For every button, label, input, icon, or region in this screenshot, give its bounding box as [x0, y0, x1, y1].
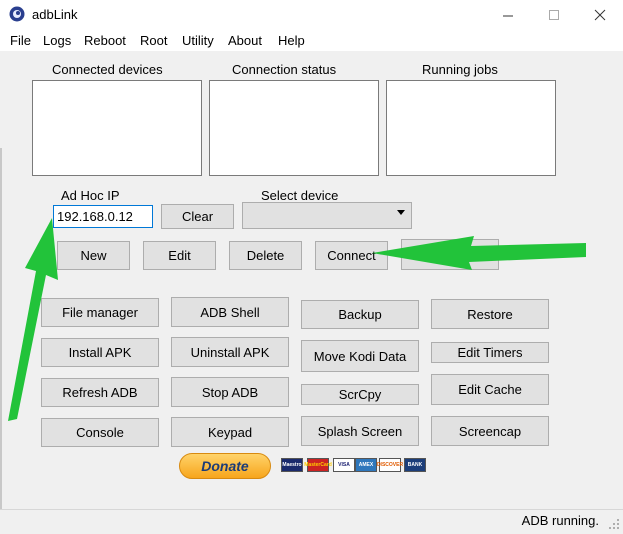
delete-button[interactable]: Delete — [229, 241, 302, 270]
screencap-button[interactable]: Screencap — [431, 416, 549, 446]
move-kodi-data-button[interactable]: Move Kodi Data — [301, 340, 419, 372]
menu-help[interactable]: Help — [278, 33, 305, 48]
menu-root[interactable]: Root — [140, 33, 167, 48]
connect-button[interactable]: Connect — [315, 241, 388, 270]
running-jobs-list[interactable] — [386, 80, 556, 176]
file-manager-button[interactable]: File manager — [41, 298, 159, 327]
minimize-icon — [502, 15, 513, 16]
connection-status-list[interactable] — [209, 80, 379, 176]
menu-reboot[interactable]: Reboot — [84, 33, 126, 48]
unlabeled-button[interactable] — [401, 239, 499, 270]
running-jobs-label: Running jobs — [422, 62, 498, 77]
adhoc-ip-label: Ad Hoc IP — [61, 188, 120, 203]
backup-button[interactable]: Backup — [301, 300, 419, 329]
close-icon — [594, 9, 606, 21]
edit-button[interactable]: Edit — [143, 241, 216, 270]
adhoc-ip-input[interactable] — [53, 205, 153, 228]
menu-file[interactable]: File — [10, 33, 31, 48]
clear-button[interactable]: Clear — [161, 204, 234, 229]
edit-cache-button[interactable]: Edit Cache — [431, 374, 549, 405]
close-button[interactable] — [577, 0, 623, 30]
console-button[interactable]: Console — [41, 418, 159, 447]
maestro-card-icon: Maestro — [281, 458, 303, 472]
resize-grip-icon[interactable] — [608, 518, 620, 530]
refresh-adb-button[interactable]: Refresh ADB — [41, 378, 159, 407]
app-icon — [9, 6, 25, 22]
status-text: ADB running. — [521, 513, 599, 528]
new-button[interactable]: New — [57, 241, 130, 270]
donate-button[interactable]: Donate — [179, 453, 271, 479]
select-device-dropdown[interactable] — [242, 202, 412, 229]
discover-card-icon: DISCOVER — [377, 458, 403, 472]
visa-card-icon: VISA — [333, 458, 355, 472]
scrcpy-button[interactable]: ScrCpy — [301, 384, 419, 405]
select-device-label: Select device — [261, 188, 339, 203]
menu-about[interactable]: About — [228, 33, 262, 48]
connection-status-label: Connection status — [232, 62, 337, 77]
uninstall-apk-button[interactable]: Uninstall APK — [171, 337, 289, 367]
left-edge — [0, 148, 2, 529]
maximize-icon — [548, 9, 559, 20]
mastercard-icon: MasterCard — [304, 458, 332, 472]
restore-button[interactable]: Restore — [431, 299, 549, 329]
menu-logs[interactable]: Logs — [43, 33, 71, 48]
maximize-button[interactable] — [531, 0, 577, 30]
edit-timers-button[interactable]: Edit Timers — [431, 342, 549, 363]
stop-adb-button[interactable]: Stop ADB — [171, 377, 289, 407]
chevron-down-icon — [397, 210, 405, 215]
keypad-button[interactable]: Keypad — [171, 417, 289, 447]
menu-utility[interactable]: Utility — [182, 33, 214, 48]
install-apk-button[interactable]: Install APK — [41, 338, 159, 367]
bank-icon: BANK — [404, 458, 426, 472]
amex-card-icon: AMEX — [355, 458, 377, 472]
splash-screen-button[interactable]: Splash Screen — [301, 416, 419, 446]
connected-devices-label: Connected devices — [52, 62, 163, 77]
connected-devices-list[interactable] — [32, 80, 202, 176]
adb-shell-button[interactable]: ADB Shell — [171, 297, 289, 327]
minimize-button[interactable] — [485, 0, 531, 30]
window-title: adbLink — [32, 7, 78, 22]
